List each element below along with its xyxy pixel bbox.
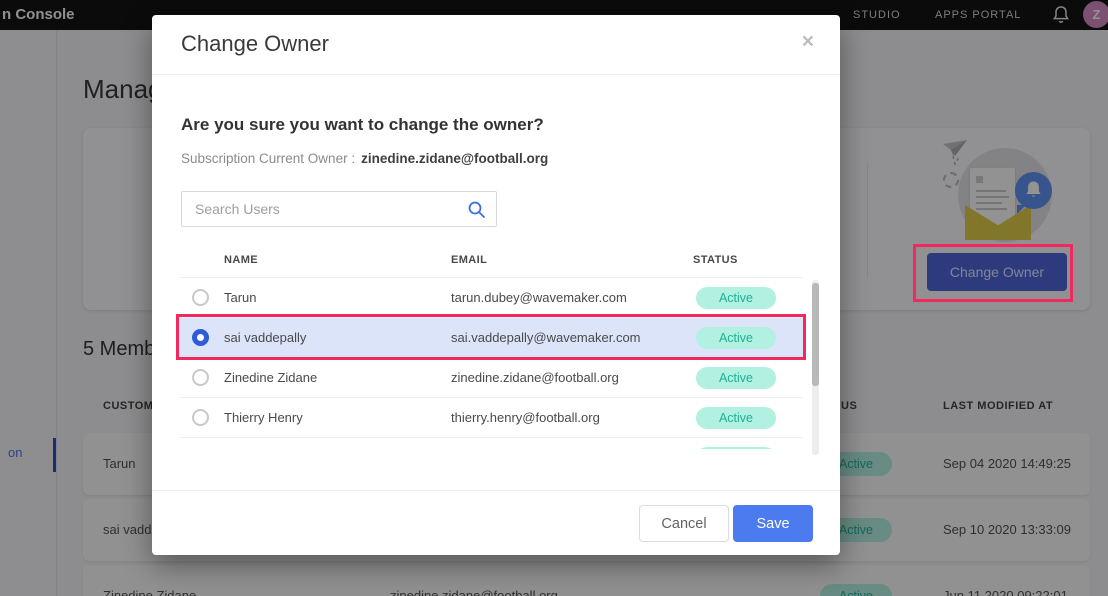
search-input[interactable] [182,192,496,226]
user-name: Zinedine Zidane [224,358,317,398]
user-row[interactable]: Zinedine Zidane zinedine.zidane@football… [179,357,803,397]
user-email: sai.vaddepally@wavemaker.com [451,318,641,358]
save-button[interactable]: Save [733,505,813,542]
column-status: STATUS [693,254,738,266]
user-email: thierry.henry@football.org [451,398,600,438]
app-window: n Console STUDIO APPS PORTAL Z on Manag [0,0,1108,596]
user-row[interactable]: Thierry Henry thierry.henry@football.org… [179,397,803,437]
scrollbar-thumb[interactable] [812,283,819,386]
status-badge: Active [696,327,776,349]
search-icon[interactable] [467,200,486,224]
user-list-header: NAME EMAIL STATUS [179,246,803,277]
status-badge: Active [696,287,776,309]
close-icon[interactable]: × [802,31,814,52]
user-list: Tarun tarun.dubey@wavemaker.com Active s… [179,277,803,449]
radio-button[interactable] [192,289,209,306]
modal-title: Change Owner [181,31,329,57]
current-owner-line: Subscription Current Owner : zinedine.zid… [181,151,548,166]
scrollbar-track[interactable] [812,280,819,455]
user-name: sai vaddepally [224,318,306,358]
change-owner-modal: Change Owner × Are you sure you want to … [152,15,840,555]
user-name: Tarun [224,278,257,318]
user-row[interactable]: Tarun tarun.dubey@wavemaker.com Active [179,277,803,317]
user-email: zinedine.zidane@football.org [451,358,619,398]
user-email: tarun.dubey@wavemaker.com [451,278,627,318]
search-box [181,191,497,227]
user-name: Thierry Henry [224,398,303,438]
radio-button[interactable] [192,409,209,426]
current-owner-label: Subscription Current Owner : [181,151,355,166]
modal-footer: Cancel Save [152,490,840,555]
column-email: EMAIL [451,254,487,266]
status-badge: Active [696,447,776,449]
radio-button[interactable] [192,369,209,386]
modal-header: Change Owner × [152,15,840,75]
status-badge: Active [696,367,776,389]
radio-button-selected[interactable] [192,329,209,346]
column-name: NAME [224,254,258,266]
confirmation-question: Are you sure you want to change the owne… [181,115,544,135]
cancel-button[interactable]: Cancel [639,505,729,542]
user-row[interactable]: Active [179,437,803,449]
status-badge: Active [696,407,776,429]
user-row-selected[interactable]: sai vaddepally sai.vaddepally@wavemaker.… [179,317,803,357]
current-owner-email: zinedine.zidane@football.org [361,151,548,166]
